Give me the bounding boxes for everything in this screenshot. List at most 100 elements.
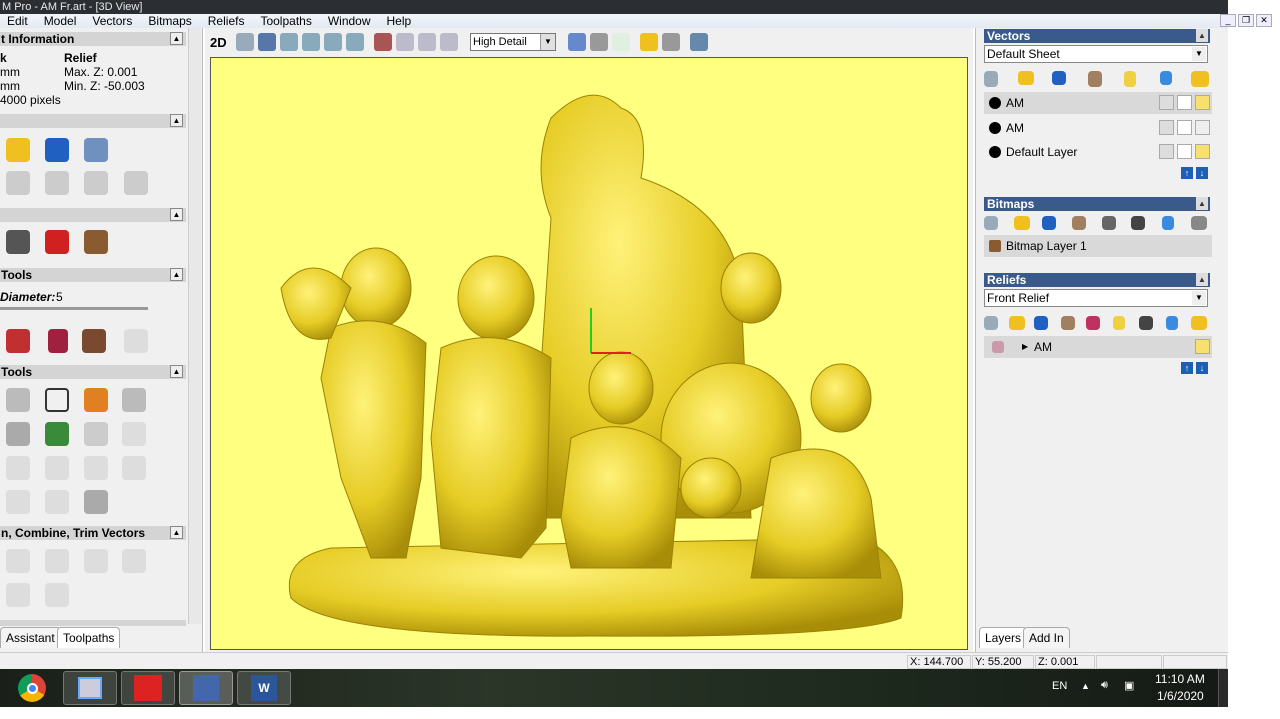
visibility-bulb-icon[interactable] [1195, 144, 1210, 159]
grid-icon[interactable] [590, 33, 608, 51]
open-folder-icon[interactable] [1018, 71, 1034, 85]
file-header[interactable]: ▲ [0, 114, 186, 128]
clock-date[interactable]: 1/6/2020 [1157, 689, 1204, 703]
tab-add-in[interactable]: Add In [1023, 627, 1070, 648]
move-up-icon[interactable]: ↑ [1181, 362, 1193, 374]
rectangle-icon[interactable] [45, 388, 69, 412]
relief-select[interactable]: Front Relief ▼ [984, 289, 1208, 307]
save-icon[interactable] [45, 138, 69, 162]
mirror-icon[interactable] [45, 490, 69, 514]
relief-layer-row[interactable]: ▶ AM [984, 336, 1212, 358]
collapse-icon[interactable]: ▲ [1196, 273, 1208, 286]
diameter-slider[interactable] [0, 307, 148, 310]
copy-icon[interactable] [84, 171, 108, 195]
bitmaps-header[interactable]: Bitmaps ▲ [984, 197, 1210, 211]
axes-icon[interactable] [612, 33, 630, 51]
tab-assistant[interactable]: Assistant [0, 627, 61, 648]
add-icon[interactable] [6, 422, 30, 446]
show-desktop-button[interactable] [1218, 669, 1228, 707]
more-tools-header[interactable] [0, 620, 186, 626]
open-folder-icon[interactable] [1009, 316, 1025, 330]
detail-select[interactable]: High Detail ▼ [470, 33, 556, 51]
line-icon[interactable] [84, 456, 108, 480]
collapse-icon[interactable]: ▲ [170, 365, 183, 378]
delete-icon[interactable] [1166, 316, 1178, 330]
volume-icon[interactable]: 🔊︎ [1101, 679, 1108, 692]
merge-icon[interactable] [1088, 71, 1102, 87]
iso-view-icon[interactable] [374, 33, 392, 51]
vectors-header[interactable]: Vectors ▲ [984, 29, 1210, 43]
menu-reliefs[interactable]: Reliefs [201, 14, 254, 28]
zoom-in-icon[interactable] [280, 33, 298, 51]
collapse-icon[interactable]: ▲ [170, 268, 183, 281]
light-icon[interactable] [640, 33, 658, 51]
text-icon[interactable] [84, 388, 108, 412]
weld-icon[interactable] [122, 549, 146, 573]
vector-sheet-select[interactable]: Default Sheet ▼ [984, 45, 1208, 63]
vector-layer-row[interactable]: AM [984, 117, 1212, 139]
network-icon[interactable]: ▣ [1124, 679, 1134, 692]
vector-layer-row[interactable]: Default Layer [984, 141, 1212, 163]
tools-header-2[interactable]: Tools ▲ [0, 365, 186, 379]
save-icon[interactable] [1042, 216, 1056, 230]
open-folder-icon[interactable] [1014, 216, 1030, 230]
menu-vectors[interactable]: Vectors [85, 14, 141, 28]
shape-icon[interactable] [122, 388, 146, 412]
yin-yang-icon[interactable] [45, 583, 69, 607]
merge-icon[interactable] [1072, 216, 1086, 230]
menu-model[interactable]: Model [37, 14, 86, 28]
menu-help[interactable]: Help [380, 14, 421, 28]
2d-button[interactable]: 2D [210, 35, 232, 50]
edit-icon[interactable] [1177, 95, 1192, 110]
left-panel-scrollbar[interactable] [188, 28, 201, 624]
wave-star-icon[interactable] [6, 583, 30, 607]
merge-icon[interactable] [1061, 316, 1075, 330]
info-header[interactable]: t Information ▲ [0, 32, 186, 46]
app-red-icon[interactable] [121, 671, 175, 705]
zoom-all-icon[interactable] [346, 33, 364, 51]
zoom-out-icon[interactable] [302, 33, 320, 51]
transform-icon[interactable] [6, 388, 30, 412]
word-icon[interactable]: W [237, 671, 291, 705]
relief-combine-icon[interactable] [1086, 316, 1100, 330]
chrome-icon[interactable] [5, 671, 59, 705]
rotate-icon[interactable] [236, 33, 254, 51]
collapse-icon[interactable]: ▲ [1196, 197, 1208, 210]
delete-icon[interactable] [1160, 71, 1172, 85]
render-icon[interactable] [690, 33, 708, 51]
bitmap-trace-icon[interactable] [84, 422, 108, 446]
lock-icon[interactable] [1159, 144, 1174, 159]
collapse-icon[interactable]: ▲ [170, 208, 183, 221]
cloud-icon[interactable] [124, 329, 148, 353]
menu-edit[interactable]: Edit [0, 14, 37, 28]
bitmap-properties-icon[interactable] [1102, 216, 1116, 230]
mona-lisa-icon[interactable] [84, 230, 108, 254]
relief-properties-icon[interactable] [1113, 316, 1125, 330]
visibility-bulb-icon[interactable] [1195, 339, 1210, 354]
palette-icon[interactable] [82, 329, 106, 353]
layer-color-icon[interactable] [989, 122, 1001, 134]
side-view-icon[interactable] [440, 33, 458, 51]
lock-icon[interactable] [1159, 120, 1174, 135]
artcam-icon[interactable] [179, 671, 233, 705]
bitmap-visibility-icon[interactable] [1191, 216, 1207, 230]
vector-layer-row[interactable]: AM [984, 92, 1212, 114]
new-relief-layer-icon[interactable] [984, 316, 998, 330]
show-hidden-icons[interactable]: ▲ [1081, 681, 1090, 691]
clock-time[interactable]: 11:10 AM [1155, 672, 1205, 686]
visibility-bulb-icon[interactable] [1195, 120, 1210, 135]
paste-icon[interactable] [124, 171, 148, 195]
scissors-icon[interactable] [122, 456, 146, 480]
collapse-icon[interactable]: ▲ [1196, 29, 1208, 42]
open-folder-icon[interactable] [6, 138, 30, 162]
tab-layers[interactable]: Layers [979, 627, 1028, 648]
nodes-icon[interactable] [122, 422, 146, 446]
relief-canvas[interactable] [210, 57, 968, 650]
import-icon[interactable] [84, 138, 108, 162]
bitmap-header[interactable]: ▲ [0, 208, 186, 222]
lock-icon[interactable] [1159, 95, 1174, 110]
edit-icon[interactable] [1177, 144, 1192, 159]
move-down-icon[interactable]: ↓ [1196, 362, 1208, 374]
tab-toolpaths[interactable]: Toolpaths [57, 627, 121, 648]
paint-icon[interactable] [45, 230, 69, 254]
